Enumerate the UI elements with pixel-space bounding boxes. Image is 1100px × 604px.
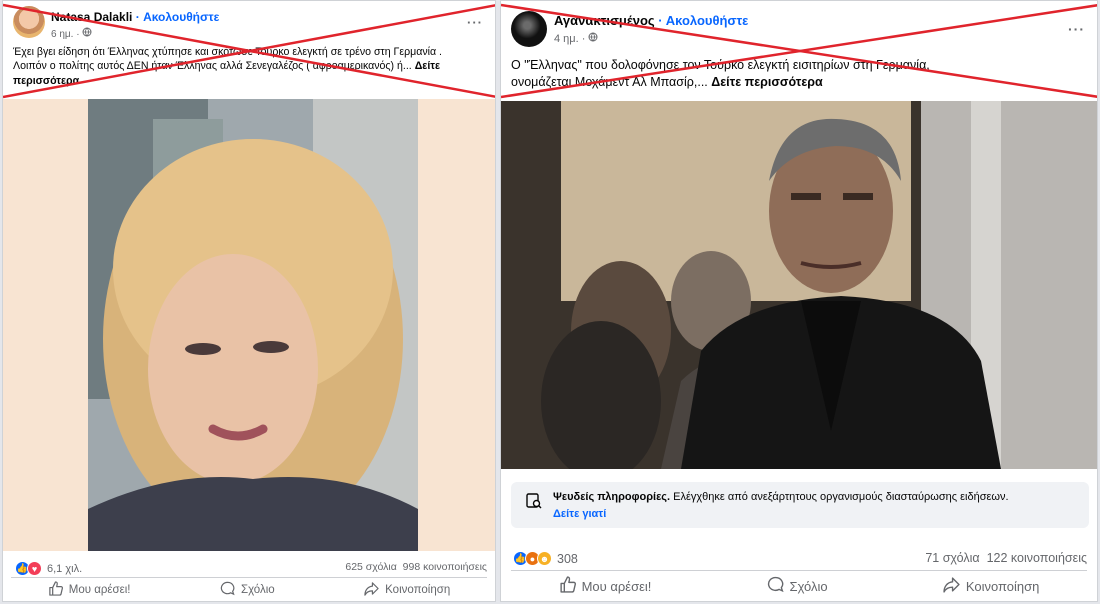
like-label: Μου αρέσει! <box>581 578 652 594</box>
post-actions: Μου αρέσει! Σχόλιο Κοινοποίηση <box>3 579 495 601</box>
post-photo[interactable] <box>501 101 1097 469</box>
fact-check-text: Ψευδείς πληροφορίες. Ελέγχθηκε από ανεξά… <box>553 491 1009 503</box>
haha-reaction-icon: ☻ <box>537 551 552 566</box>
share-label: Κοινοποίηση <box>385 584 451 596</box>
post-text-line1: Έχει βγει είδηση ότι Έλληνας χτύπησε και… <box>13 46 442 58</box>
follow-link[interactable]: Ακολουθήστε <box>143 10 219 24</box>
author-avatar[interactable] <box>511 11 547 47</box>
comments-count[interactable]: 625 σχόλια <box>345 561 396 573</box>
engagement-counts: 71 σχόλια 122 κοινοποιήσεις <box>925 551 1087 565</box>
share-button[interactable]: Κοινοποίηση <box>943 576 1040 596</box>
share-label: Κοινοποίηση <box>965 578 1040 594</box>
comment-label: Σχόλιο <box>240 584 275 596</box>
separator: · <box>654 13 666 28</box>
fact-check-title: Ψευδείς πληροφορίες. <box>553 491 671 503</box>
divider <box>11 577 487 578</box>
post-actions: Μου αρέσει! Σχόλιο Κοινοποίηση <box>501 573 1097 599</box>
reactions-count: 6,1 χιλ. <box>47 562 83 575</box>
facebook-post-right: Αγανακτισμένος · Ακολουθήστε 4 ημ. · ···… <box>500 0 1098 602</box>
post-text-line2-content: ονομάζεται Μοχάμεντ Αλ Μπασίρ,... <box>511 74 708 89</box>
post-time[interactable]: 6 ημ. · <box>51 29 82 40</box>
post-time[interactable]: 4 ημ. · <box>554 33 588 45</box>
post-text: Έχει βγει είδηση ότι Έλληνας χτύπησε και… <box>13 45 491 88</box>
author-line: Αγανακτισμένος · Ακολουθήστε <box>554 13 748 28</box>
post-meta: 4 ημ. · <box>554 32 598 45</box>
speech-bubble-icon <box>767 576 784 596</box>
thumbs-up-icon <box>48 581 63 599</box>
separator: · <box>132 10 144 24</box>
like-button[interactable]: Μου αρέσει! <box>48 581 131 599</box>
see-more-link[interactable]: Δείτε περισσότερα <box>711 75 822 89</box>
comment-label: Σχόλιο <box>789 578 828 594</box>
post-photo[interactable] <box>3 99 495 551</box>
post-header: Αγανακτισμένος · Ακολουθήστε 4 ημ. · ··· <box>501 1 1097 47</box>
more-options-icon[interactable]: ··· <box>467 15 483 30</box>
author-name[interactable]: Natasa Dalakli <box>51 10 132 24</box>
post-text: Ο "Έλληνας" που δολοφόνησε τον Τούρκο ελ… <box>511 57 1091 91</box>
author-line: Natasa Dalakli · Ακολουθήστε <box>51 10 219 24</box>
comments-count[interactable]: 71 σχόλια <box>925 551 979 565</box>
share-arrow-icon <box>364 581 379 599</box>
more-options-icon[interactable]: ··· <box>1068 21 1085 37</box>
fact-check-icon <box>525 492 543 515</box>
facebook-post-left: Natasa Dalakli · Ακολουθήστε 6 ημ. · ···… <box>2 0 496 602</box>
author-avatar[interactable] <box>13 6 45 38</box>
like-label: Μου αρέσει! <box>68 584 131 596</box>
post-meta: 6 ημ. · <box>51 27 92 40</box>
screenshot-composite: Natasa Dalakli · Ακολουθήστε 6 ημ. · ···… <box>0 0 1100 604</box>
see-why-link[interactable]: Δείτε γιατί <box>553 508 606 520</box>
love-reaction-icon: ♥ <box>27 561 42 576</box>
engagement-counts: 625 σχόλια 998 κοινοποιήσεις <box>345 561 487 573</box>
like-button[interactable]: Μου αρέσει! <box>559 576 652 596</box>
post-text-line1: Ο "Έλληνας" που δολοφόνησε τον Τούρκο ελ… <box>511 58 930 72</box>
share-arrow-icon <box>943 576 960 596</box>
post-text-line2: Λοιπόν ο πολίτης αυτός ΔΕΝ ήταν Έλληνας … <box>13 59 491 88</box>
thumbs-up-icon <box>559 576 576 596</box>
speech-bubble-icon <box>220 581 235 599</box>
shares-count[interactable]: 122 κοινοποιήσεις <box>987 551 1087 565</box>
comment-button[interactable]: Σχόλιο <box>767 576 828 596</box>
divider <box>511 570 1087 571</box>
comment-button[interactable]: Σχόλιο <box>220 581 275 599</box>
shares-count[interactable]: 998 κοινοποιήσεις <box>403 561 487 573</box>
globe-icon <box>82 27 92 40</box>
share-button[interactable]: Κοινοποίηση <box>364 581 450 599</box>
portrait-image <box>88 99 418 551</box>
globe-icon <box>588 32 598 45</box>
post-text-line2: ονομάζεται Μοχάμεντ Αλ Μπασίρ,... Δείτε … <box>511 74 1091 91</box>
fact-check-banner[interactable]: Ψευδείς πληροφορίες. Ελέγχθηκε από ανεξά… <box>511 482 1089 528</box>
author-name[interactable]: Αγανακτισμένος <box>554 13 655 28</box>
man-photo-image <box>501 101 1097 469</box>
follow-link[interactable]: Ακολουθήστε <box>666 13 749 28</box>
fact-check-description: Ελέγχθηκε από ανεξάρτητους οργανισμούς δ… <box>670 491 1009 503</box>
reactions-summary[interactable]: 👍 ● ☻ 308 <box>513 551 578 566</box>
post-header: Natasa Dalakli · Ακολουθήστε 6 ημ. · ··· <box>3 1 495 45</box>
reactions-summary[interactable]: 👍 ♥ 6,1 χιλ. <box>15 561 82 576</box>
post-text-line2-content: Λοιπόν ο πολίτης αυτός ΔΕΝ ήταν Έλληνας … <box>13 60 412 73</box>
reactions-count: 308 <box>557 551 578 566</box>
